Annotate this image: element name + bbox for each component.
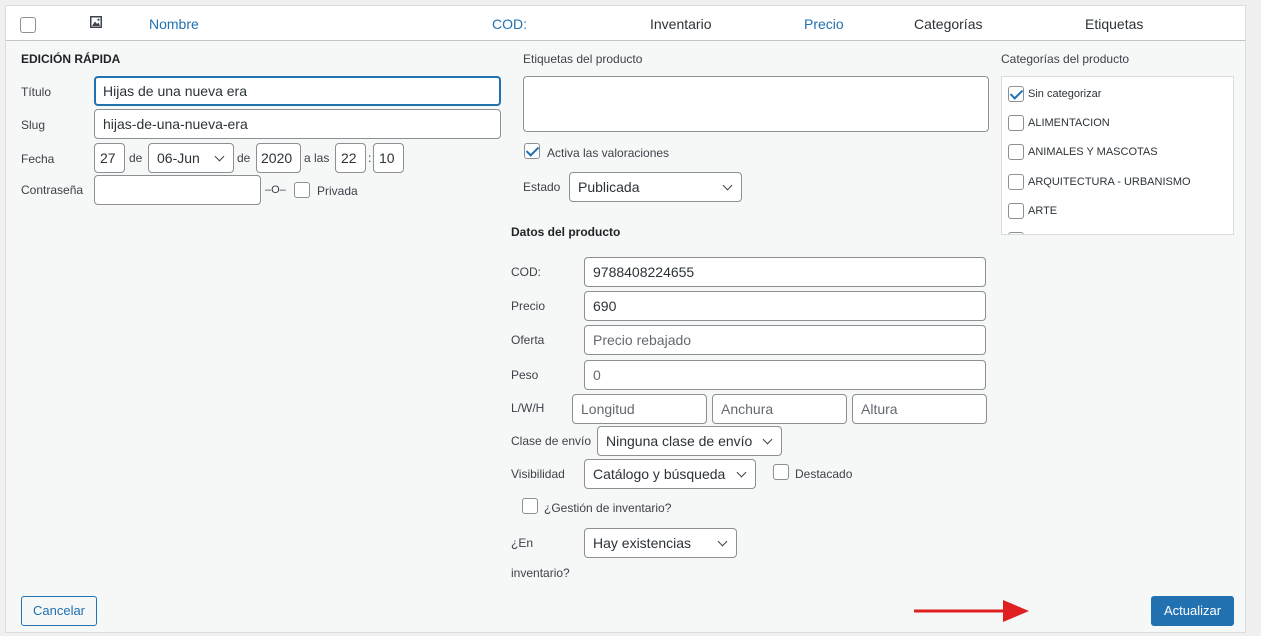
a-las-separator: a las (304, 151, 330, 165)
oferta-label: Oferta (511, 333, 545, 347)
column-precio[interactable]: Precio (804, 16, 844, 32)
red-arrow-annotation (914, 600, 1029, 622)
precio-label: Precio (511, 299, 546, 313)
slug-label: Slug (21, 118, 46, 132)
reviews-label: Activa las valoraciones (547, 146, 670, 160)
stock-select[interactable]: Hay existencias (584, 528, 737, 558)
chevron-down-icon (736, 467, 747, 478)
en-inventario-label-2: inventario? (511, 566, 570, 580)
year-input[interactable]: 2020 (256, 143, 301, 173)
chevron-down-icon (717, 536, 728, 547)
visibilidad-label: Visibilidad (511, 467, 565, 481)
tags-textarea[interactable] (523, 76, 989, 132)
gestion-inventario-label: ¿Gestión de inventario? (544, 501, 672, 515)
stock-value: Hay existencias (593, 535, 692, 551)
category-checkbox[interactable] (1008, 232, 1024, 234)
or-separator: –O– (265, 184, 286, 196)
product-data-heading: Datos del producto (511, 225, 621, 239)
visibilidad-select[interactable]: Catálogo y búsqueda (584, 459, 756, 489)
de-separator-1: de (129, 151, 143, 165)
column-nombre[interactable]: Nombre (149, 16, 199, 32)
chevron-down-icon (762, 434, 773, 445)
category-label: Sin categorizar (1028, 88, 1102, 100)
password-label: Contraseña (21, 183, 84, 197)
category-checkbox[interactable] (1008, 144, 1024, 160)
visibilidad-value: Catálogo y búsqueda (593, 466, 726, 482)
chevron-down-icon (214, 151, 225, 162)
cancel-button[interactable]: Cancelar (21, 596, 97, 626)
chevron-down-icon (722, 180, 733, 191)
destacado-checkbox[interactable] (773, 464, 789, 480)
table-header: Nombre COD: Inventario Precio Categorías… (6, 6, 1245, 41)
category-checkbox[interactable] (1008, 203, 1024, 219)
category-label: ARQUITECTURA - URBANISMO (1028, 176, 1191, 188)
gestion-inventario-checkbox[interactable] (522, 498, 538, 514)
quick-edit-panel: Nombre COD: Inventario Precio Categorías… (5, 5, 1246, 633)
titulo-input[interactable]: Hijas de una nueva era (94, 76, 501, 106)
estado-select[interactable]: Publicada (569, 172, 742, 202)
category-label: ALIMENTACION (1028, 117, 1110, 129)
quick-edit-title: EDICIÓN RÁPIDA (21, 52, 121, 66)
en-inventario-label: ¿En (511, 536, 534, 550)
estado-value: Publicada (578, 179, 640, 195)
slug-input[interactable]: hijas-de-una-nueva-era (94, 109, 501, 139)
category-checkbox[interactable] (1008, 174, 1024, 190)
tags-label: Etiquetas del producto (523, 52, 643, 66)
cod-label: COD: (511, 265, 541, 279)
password-input[interactable] (94, 175, 261, 205)
select-all-checkbox[interactable] (20, 17, 36, 33)
titulo-label: Título (21, 85, 52, 99)
category-checkbox[interactable] (1008, 86, 1024, 102)
altura-input[interactable]: Altura (852, 394, 987, 424)
envio-value: Ninguna clase de envío (606, 433, 753, 449)
reviews-checkbox[interactable] (524, 143, 540, 159)
category-label: ANIMALES Y MASCOTAS (1028, 146, 1158, 158)
destacado-label: Destacado (795, 467, 853, 481)
peso-label: Peso (511, 368, 539, 382)
envio-select[interactable]: Ninguna clase de envío (597, 426, 782, 456)
category-checkbox[interactable] (1008, 115, 1024, 131)
fecha-label: Fecha (21, 152, 55, 166)
column-inventario: Inventario (650, 16, 712, 32)
categories-label: Categorías del producto (1001, 52, 1130, 66)
image-icon (89, 15, 103, 32)
private-label: Privada (317, 184, 358, 198)
envio-label: Clase de envío (511, 434, 592, 448)
private-checkbox[interactable] (294, 182, 310, 198)
longitud-input[interactable]: Longitud (572, 394, 707, 424)
month-value: 06-Jun (157, 150, 200, 166)
lwh-label: L/W/H (511, 401, 545, 415)
month-select[interactable]: 06-Jun (148, 143, 234, 173)
category-label: ARTE (1028, 205, 1058, 217)
update-button[interactable]: Actualizar (1151, 596, 1234, 626)
anchura-input[interactable]: Anchura (712, 394, 847, 424)
hour-input[interactable]: 22 (335, 143, 366, 173)
de-separator-2: de (237, 151, 251, 165)
time-colon: : (368, 151, 372, 165)
oferta-input[interactable]: Precio rebajado (584, 325, 986, 355)
minute-input[interactable]: 10 (373, 143, 404, 173)
estado-label: Estado (523, 180, 561, 194)
categories-list: Sin categorizar ALIMENTACION ANIMALES Y … (1001, 76, 1234, 235)
precio-input[interactable]: 690 (584, 291, 986, 321)
column-etiquetas: Etiquetas (1085, 16, 1144, 32)
column-cod[interactable]: COD: (492, 16, 527, 32)
column-categorias: Categorías (914, 16, 983, 32)
cod-input[interactable]: 9788408224655 (584, 257, 986, 287)
peso-input[interactable]: 0 (584, 360, 986, 390)
day-input[interactable]: 27 (94, 143, 125, 173)
